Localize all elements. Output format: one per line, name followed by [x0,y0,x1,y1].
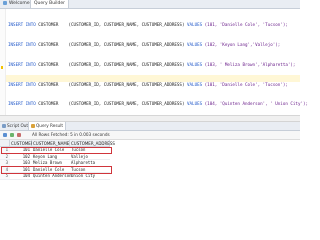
sheet-icon [3,0,7,5]
code-line: INSERT INTO CUSTOMER (CUSTOMER_ID, CUSTO… [8,61,296,67]
tab-label: Welcome [9,1,30,6]
sql-editor[interactable]: INSERT INTO CUSTOMER (CUSTOMER_ID, CUSTO… [0,9,308,146]
script-icon [2,124,6,128]
sql-icon[interactable] [17,133,21,137]
results-toolbar: All Rows Fetched: 5 in 0.003 seconds [0,131,300,140]
tab-query-builder[interactable]: Query Builder [30,0,70,8]
row-number: 5 [0,173,10,180]
export-icon[interactable] [10,133,14,137]
cell-customer-id[interactable]: 104 [10,173,32,180]
tab-query-result[interactable]: Query Result [28,122,66,130]
tab-label: Query Builder [34,1,66,6]
cell-customer-name[interactable]: Quinten Anderson [32,173,72,180]
editor-gutter [0,9,6,115]
code-line: INSERT INTO CUSTOMER (CUSTOMER_ID, CUSTO… [8,22,288,28]
code-line: INSERT INTO CUSTOMER (CUSTOMER_ID, CUSTO… [8,41,281,47]
tab-label: Query Result [36,123,63,128]
result-grid[interactable]: CUSTOMER_ID CUSTOMER_NAME CUSTOMER_ADDRE… [0,140,300,200]
results-tab-bar: Script Output Query Result [0,122,300,131]
current-line-marker-icon [1,66,3,69]
code-line: INSERT INTO CUSTOMER (CUSTOMER_ID, CUSTO… [8,81,288,87]
cell-customer-address[interactable]: Union City [70,173,110,180]
duplicate-row-highlight [1,146,112,154]
tab-welcome[interactable]: Welcome [0,0,33,8]
pin-icon[interactable] [3,133,7,137]
editor-tab-bar: Welcome Query Builder [0,0,300,9]
fetch-status: All Rows Fetched: 5 in 0.003 seconds [32,132,110,137]
duplicate-row-highlight [1,166,112,174]
grid-icon [31,124,35,128]
code-line: INSERT INTO CUSTOMER (CUSTOMER_ID, CUSTO… [8,101,309,107]
